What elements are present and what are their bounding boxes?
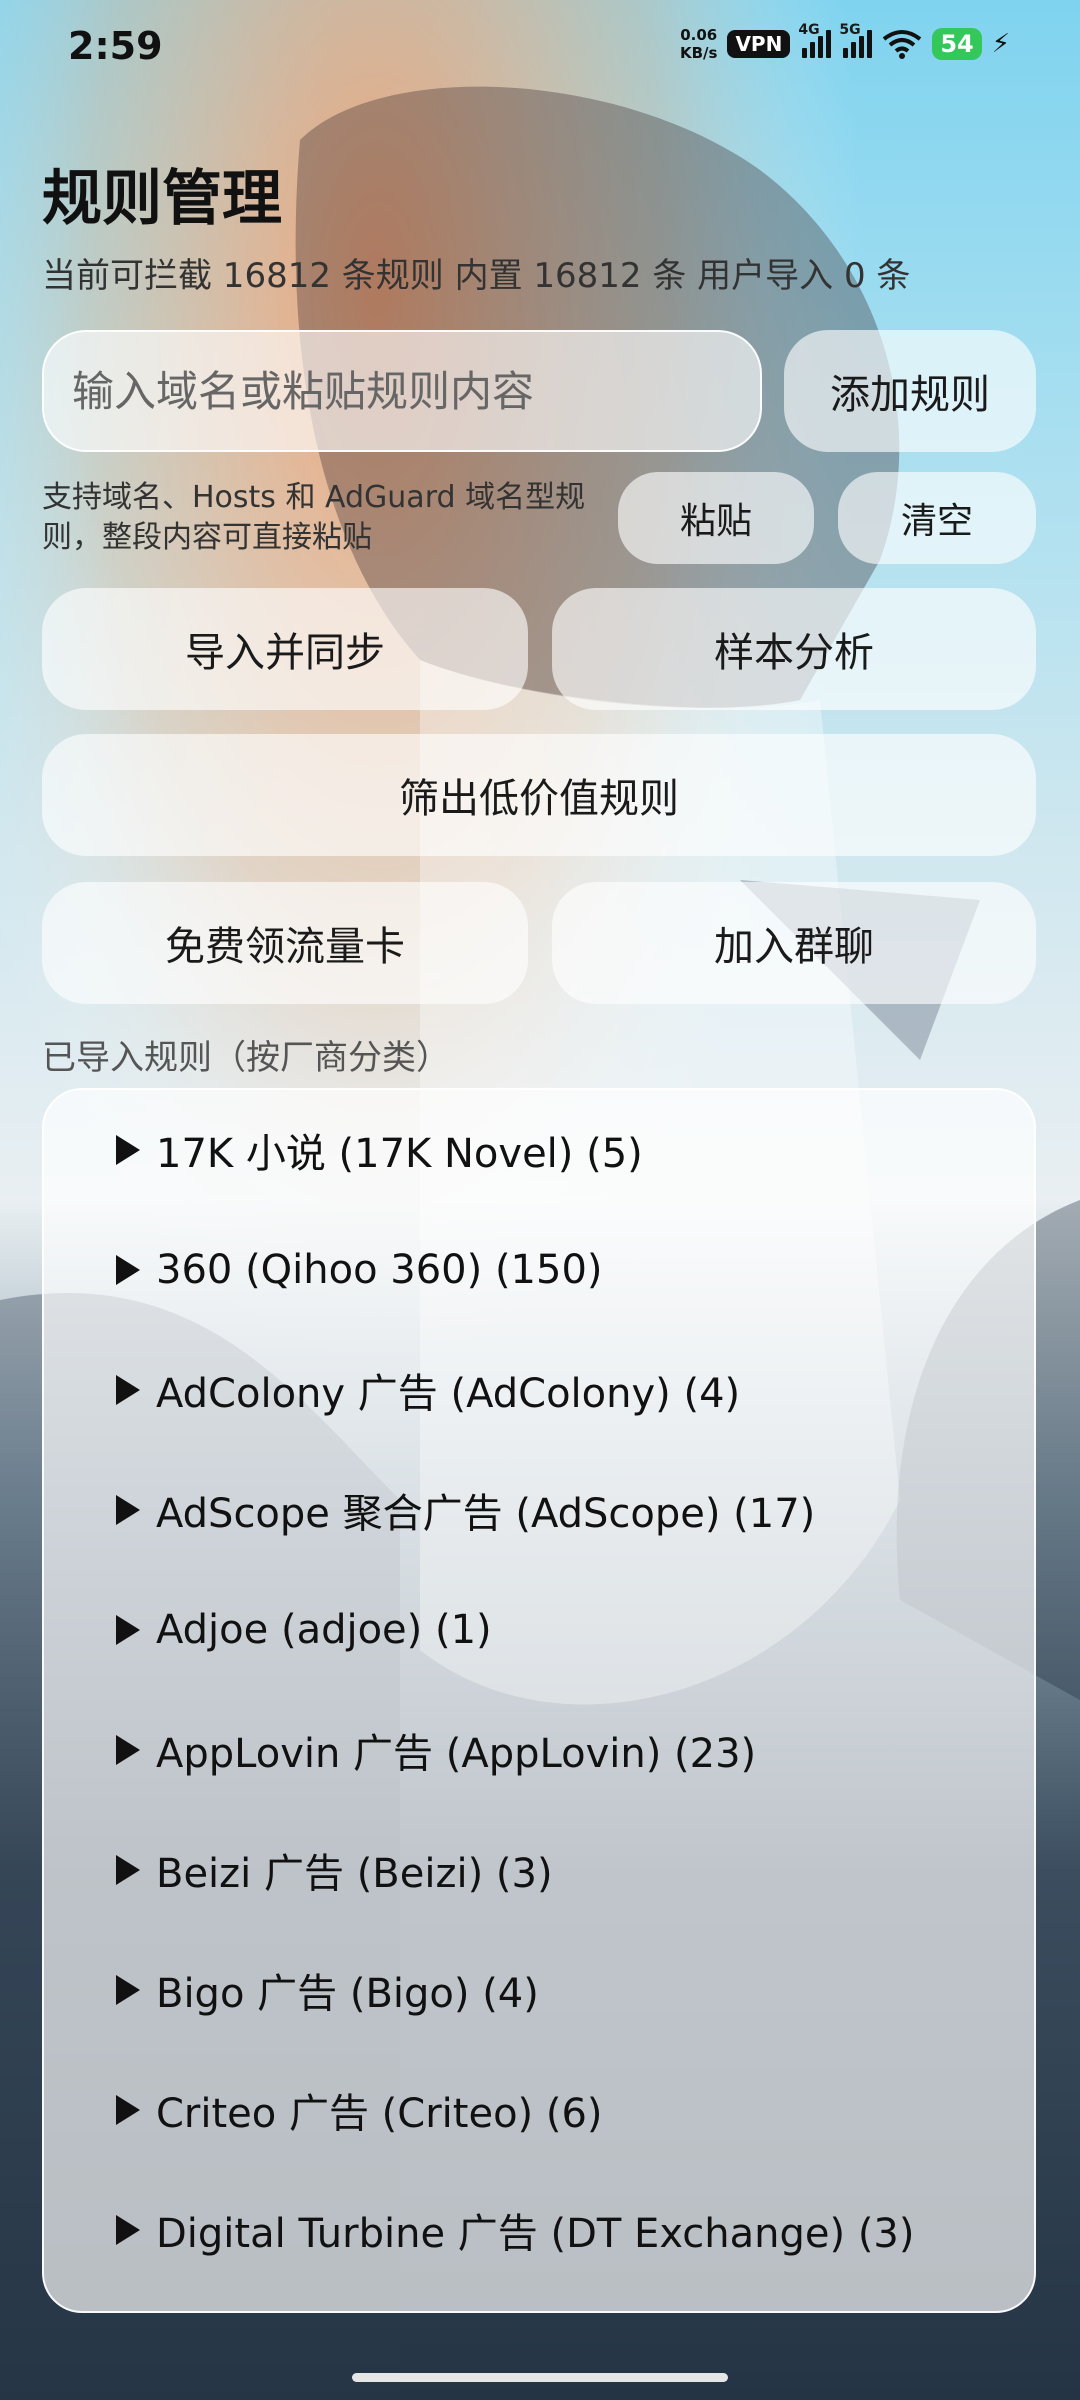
page-title: 规则管理 bbox=[42, 164, 282, 234]
status-time: 2:59 bbox=[68, 24, 163, 68]
list-item[interactable]: Adjoe (adjoe) (1) bbox=[44, 1570, 1034, 1690]
filter-low-value-rules-button[interactable]: 筛出低价值规则 bbox=[42, 734, 1036, 856]
vendor-label: AdScope 聚合广告 (AdScope) (17) bbox=[156, 1491, 816, 1537]
vendor-label: Criteo 广告 (Criteo) (6) bbox=[156, 2091, 603, 2137]
status-bar: 2:59 0.06 KB/s VPN 4G 5G 54 ⚡ bbox=[0, 0, 1080, 100]
list-item[interactable]: Bigo 广告 (Bigo) (4) bbox=[44, 1930, 1034, 2050]
vendor-label: AdColony 广告 (AdColony) (4) bbox=[156, 1371, 741, 1417]
list-item[interactable]: 17K 小说 (17K Novel) (5) bbox=[44, 1090, 1034, 1210]
expand-triangle-icon bbox=[116, 2095, 140, 2125]
network-speed: 0.06 KB/s bbox=[680, 26, 717, 62]
list-item[interactable]: Digital Turbine 广告 (DT Exchange) (3) bbox=[44, 2170, 1034, 2290]
join-group-button[interactable]: 加入群聊 bbox=[552, 882, 1036, 1004]
expand-triangle-icon bbox=[116, 1975, 140, 2005]
vendor-label: 360 (Qihoo 360) (150) bbox=[156, 1247, 603, 1293]
signal-4g-label: 4G bbox=[798, 22, 820, 38]
signal-4g-icon: 4G bbox=[798, 22, 832, 58]
expand-triangle-icon bbox=[116, 1375, 140, 1405]
paste-button[interactable]: 粘贴 bbox=[618, 472, 814, 564]
rule-count-summary: 当前可拦截 16812 条规则 内置 16812 条 用户导入 0 条 bbox=[42, 256, 911, 296]
imported-rules-heading: 已导入规则（按厂商分类） bbox=[42, 1038, 450, 1078]
list-item[interactable]: Criteo 广告 (Criteo) (6) bbox=[44, 2050, 1034, 2170]
vendor-label: Bigo 广告 (Bigo) (4) bbox=[156, 1971, 539, 2017]
home-indicator[interactable] bbox=[352, 2373, 728, 2382]
expand-triangle-icon bbox=[116, 2215, 140, 2245]
battery-icon: 54 bbox=[932, 28, 982, 60]
import-sync-button[interactable]: 导入并同步 bbox=[42, 588, 528, 710]
status-icons: 0.06 KB/s VPN 4G 5G 54 ⚡ bbox=[680, 22, 1010, 62]
vendor-rule-list: 17K 小说 (17K Novel) (5) 360 (Qihoo 360) (… bbox=[42, 1088, 1036, 2313]
expand-triangle-icon bbox=[116, 1615, 140, 1645]
vendor-label: AppLovin 广告 (AppLovin) (23) bbox=[156, 1731, 757, 1777]
expand-triangle-icon bbox=[116, 1135, 140, 1165]
list-item[interactable]: AdColony 广告 (AdColony) (4) bbox=[44, 1330, 1034, 1450]
vendor-label: Adjoe (adjoe) (1) bbox=[156, 1607, 492, 1653]
vpn-icon: VPN bbox=[727, 30, 791, 58]
input-hint: 支持域名、Hosts 和 AdGuard 域名型规则，整段内容可直接粘贴 bbox=[42, 480, 586, 555]
wifi-icon bbox=[883, 30, 922, 59]
expand-triangle-icon bbox=[116, 1495, 140, 1525]
signal-5g-label: 5G bbox=[839, 22, 861, 38]
list-item[interactable]: AdScope 聚合广告 (AdScope) (17) bbox=[44, 1450, 1034, 1570]
rule-input[interactable] bbox=[44, 332, 760, 450]
free-data-card-button[interactable]: 免费领流量卡 bbox=[42, 882, 528, 1004]
signal-5g-icon: 5G bbox=[839, 22, 873, 58]
vendor-label: Digital Turbine 广告 (DT Exchange) (3) bbox=[156, 2211, 915, 2257]
sample-analysis-button[interactable]: 样本分析 bbox=[552, 588, 1036, 710]
charging-icon: ⚡ bbox=[991, 29, 1010, 59]
add-rule-button[interactable]: 添加规则 bbox=[784, 330, 1036, 452]
list-item[interactable]: Beizi 广告 (Beizi) (3) bbox=[44, 1810, 1034, 1930]
rule-input-container bbox=[42, 330, 762, 452]
network-speed-unit: KB/s bbox=[679, 44, 718, 62]
expand-triangle-icon bbox=[116, 1735, 140, 1765]
expand-triangle-icon bbox=[116, 1255, 140, 1285]
vendor-label: Beizi 广告 (Beizi) (3) bbox=[156, 1851, 553, 1897]
list-item[interactable]: AppLovin 广告 (AppLovin) (23) bbox=[44, 1690, 1034, 1810]
list-item[interactable]: 360 (Qihoo 360) (150) bbox=[44, 1210, 1034, 1330]
expand-triangle-icon bbox=[116, 1855, 140, 1885]
network-speed-value: 0.06 bbox=[680, 26, 718, 44]
vendor-label: 17K 小说 (17K Novel) (5) bbox=[156, 1131, 643, 1177]
clear-button[interactable]: 清空 bbox=[838, 472, 1036, 564]
